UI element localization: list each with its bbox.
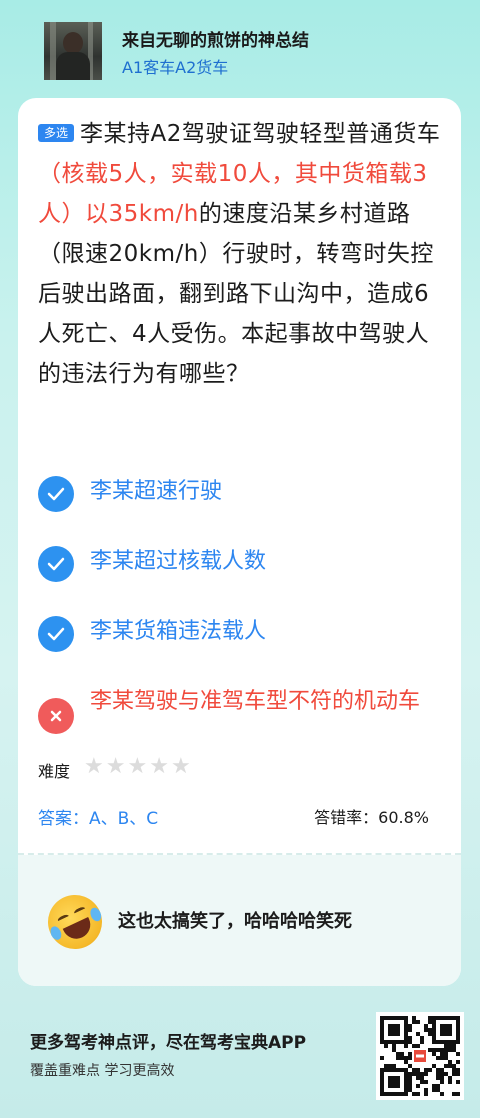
multi-select-badge: 多选 (38, 124, 75, 142)
option-a[interactable]: 李某超速行驶 (38, 470, 448, 540)
star-icon: ★ (127, 754, 148, 779)
author-title: 来自无聊的煎饼的神总结 (122, 31, 309, 51)
question-part-1: 李某持A2驾驶证驾驶轻型普通货车 (80, 121, 441, 147)
error-rate: 答错率：60.8% (314, 808, 429, 827)
star-icon: ★ (84, 754, 104, 779)
check-icon (38, 476, 74, 512)
qr-code[interactable] (376, 1012, 464, 1100)
footer-subtitle: 覆盖重难点 学习更高效 (30, 1063, 175, 1079)
star-icon: ★ (149, 754, 169, 779)
comment-text: 这也太搞笑了，哈哈哈哈笑死 (118, 911, 352, 932)
avatar[interactable] (44, 22, 102, 80)
category-link[interactable]: A1客车A2货车 (122, 54, 228, 78)
option-label: 李某超速行驶 (90, 479, 223, 504)
option-d[interactable]: 李某驾驶与准驾车型不符的机动车 (38, 680, 448, 760)
difficulty-label: 难度 (38, 762, 71, 781)
post-header: 来自无聊的煎饼的神总结 A1客车A2货车 (44, 22, 460, 82)
option-b[interactable]: 李某超过核载人数 (38, 540, 448, 610)
comment-section: 这也太搞笑了，哈哈哈哈笑死 (18, 855, 461, 986)
star-rating: ★★★★★ (84, 754, 193, 779)
question-part-2: 的速度沿某乡村道路（限速20km/h）行驶时，转弯时失控后驶出路面，翻到路下山沟… (38, 201, 434, 387)
option-label: 李某超过核载人数 (90, 549, 267, 574)
option-label: 李某货箱违法载人 (90, 619, 267, 644)
footer-title: 更多驾考神点评，尽在驾考宝典APP (30, 1033, 307, 1053)
rofl-emoji-icon (39, 886, 111, 958)
options-list: 李某超速行驶 李某超过核载人数 李某货箱违法载人 李某驾驶与准驾车型不符的机动车 (38, 470, 448, 760)
star-icon: ★ (170, 754, 191, 779)
check-icon (38, 616, 74, 652)
option-label: 李某驾驶与准驾车型不符的机动车 (90, 689, 421, 714)
cross-icon (38, 698, 74, 734)
option-c[interactable]: 李某货箱违法载人 (38, 610, 448, 680)
question-card: 多选 李某持A2驾驶证驾驶轻型普通货车（核载5人，实载10人，其中货箱载3人）以3… (18, 98, 461, 986)
answer-text: 答案：A、B、C (38, 809, 159, 829)
star-icon: ★ (105, 754, 126, 779)
check-icon (38, 546, 74, 582)
question-text: 多选 李某持A2驾驶证驾驶轻型普通货车（核载5人，实载10人，其中货箱载3人）以3… (38, 114, 448, 394)
